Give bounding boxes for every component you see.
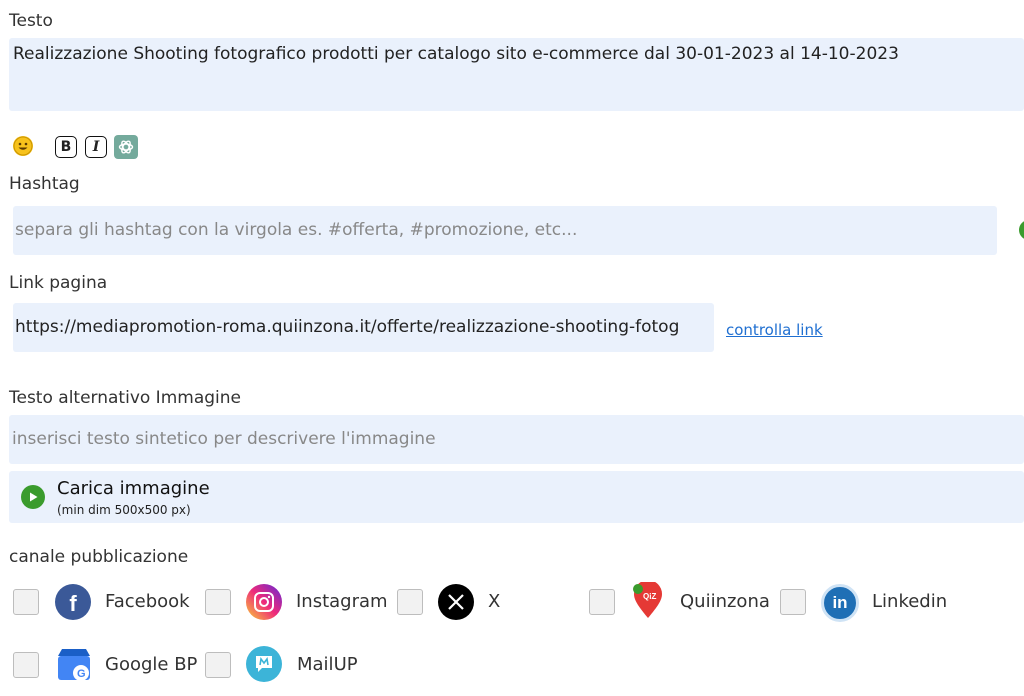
upload-subtitle: (min dim 500x500 px) (57, 503, 191, 517)
emoji-icon[interactable] (13, 136, 33, 156)
checkbox-mailup[interactable] (205, 652, 231, 678)
channel-label-quiinzona: Quiinzona (680, 591, 770, 612)
google-bp-icon: G (55, 646, 93, 684)
alt-text-placeholder: inserisci testo sintetico per descrivere… (12, 429, 436, 449)
controlla-link[interactable]: controlla link (726, 321, 823, 339)
hashtag-add-icon[interactable] (1019, 220, 1024, 240)
mailup-icon (246, 646, 282, 682)
svg-text:QiZ: QiZ (643, 592, 656, 601)
italic-button[interactable]: I (85, 136, 107, 158)
upload-image-button[interactable]: Carica immagine (min dim 500x500 px) (9, 471, 1024, 523)
channel-label-mailup: MailUP (297, 654, 358, 675)
svg-text:G: G (77, 668, 86, 680)
checkbox-facebook[interactable] (13, 589, 39, 615)
link-pagina-label: Link pagina (9, 273, 108, 293)
quiinzona-icon: QiZ (630, 580, 666, 620)
channel-label-facebook: Facebook (105, 591, 190, 612)
linkedin-icon: in (821, 584, 859, 622)
testo-label: Testo (9, 11, 53, 31)
checkbox-google-bp[interactable] (13, 652, 39, 678)
testo-value: Realizzazione Shooting fotografico prodo… (13, 44, 899, 64)
alt-text-label: Testo alternativo Immagine (9, 388, 241, 408)
checkbox-linkedin[interactable] (780, 589, 806, 615)
x-icon (438, 584, 474, 620)
hashtag-placeholder: separa gli hashtag con la virgola es. #o… (15, 220, 578, 240)
bold-button[interactable]: B (55, 136, 77, 158)
testo-textarea[interactable]: Realizzazione Shooting fotografico prodo… (9, 38, 1024, 111)
play-icon (21, 485, 45, 509)
checkbox-x[interactable] (397, 589, 423, 615)
instagram-icon (246, 584, 282, 620)
channel-label-instagram: Instagram (296, 591, 388, 612)
hashtag-input[interactable]: separa gli hashtag con la virgola es. #o… (13, 206, 997, 255)
link-pagina-value: https://mediapromotion-roma.quiinzona.it… (15, 317, 680, 337)
canale-label: canale pubblicazione (9, 547, 189, 567)
checkbox-quiinzona[interactable] (589, 589, 615, 615)
channel-label-google-bp: Google BP (105, 654, 198, 675)
channel-label-linkedin: Linkedin (872, 591, 948, 612)
checkbox-instagram[interactable] (205, 589, 231, 615)
channel-label-x: X (488, 591, 501, 612)
hashtag-label: Hashtag (9, 174, 80, 194)
facebook-icon: f (55, 584, 91, 620)
alt-text-input[interactable]: inserisci testo sintetico per descrivere… (9, 415, 1024, 464)
link-pagina-input[interactable]: https://mediapromotion-roma.quiinzona.it… (13, 303, 714, 352)
upload-title: Carica immagine (57, 478, 210, 499)
ai-assistant-icon[interactable] (114, 135, 138, 159)
